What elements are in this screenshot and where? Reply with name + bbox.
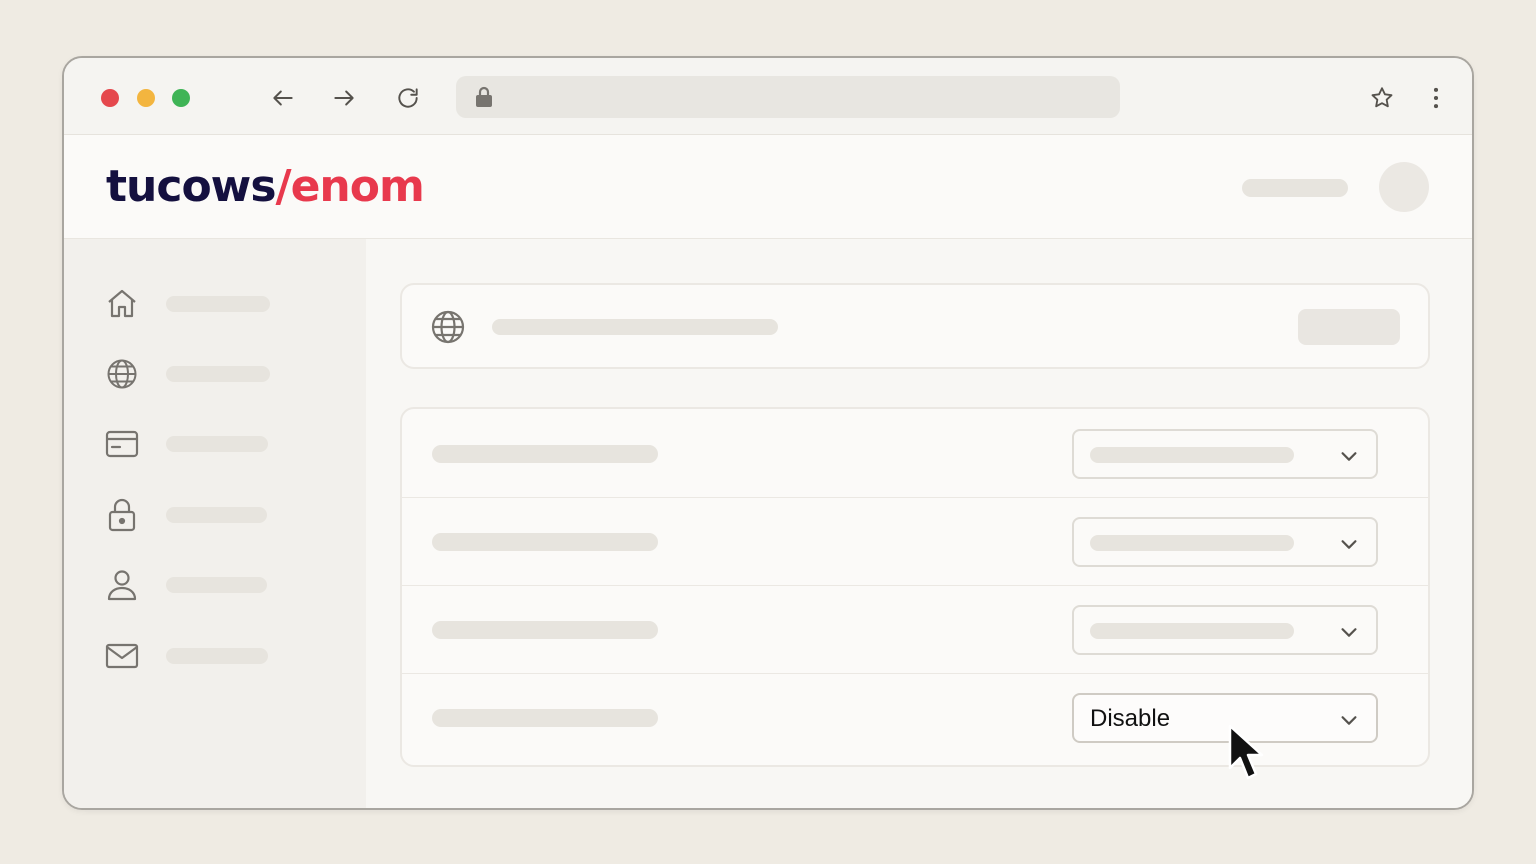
account-name-placeholder[interactable] bbox=[1242, 179, 1348, 197]
forward-button[interactable] bbox=[328, 82, 360, 114]
browser-menu-button[interactable] bbox=[1420, 82, 1452, 114]
sidebar bbox=[64, 239, 366, 808]
back-button[interactable] bbox=[267, 82, 299, 114]
sidebar-item-label bbox=[166, 436, 268, 452]
sidebar-item-home[interactable] bbox=[104, 283, 344, 323]
forward-arrow-icon bbox=[334, 90, 354, 106]
chevron-down-icon bbox=[1341, 452, 1357, 461]
chevron-down-icon bbox=[1341, 540, 1357, 549]
logo-text-tucows: tucows bbox=[106, 161, 277, 212]
setting-dropdown[interactable] bbox=[1072, 517, 1378, 567]
logo-text-enom: /enom bbox=[275, 161, 425, 212]
sidebar-item-label bbox=[166, 296, 270, 312]
dropdown-value bbox=[1090, 535, 1294, 551]
mail-icon bbox=[104, 639, 140, 673]
sidebar-item-security[interactable] bbox=[104, 494, 344, 534]
sidebar-item-label bbox=[166, 366, 270, 382]
main-content: Disable bbox=[366, 239, 1472, 808]
close-window-button[interactable] bbox=[101, 89, 119, 107]
browser-window: tucows/enom Disable bbox=[62, 56, 1474, 810]
globe-icon bbox=[431, 310, 465, 344]
dropdown-value bbox=[1090, 623, 1294, 639]
tucows-enom-logo[interactable]: tucows/enom bbox=[106, 161, 425, 213]
star-icon bbox=[1371, 87, 1393, 108]
setting-label bbox=[432, 621, 658, 639]
mouse-cursor-icon bbox=[1228, 724, 1264, 780]
sidebar-item-account[interactable] bbox=[104, 564, 344, 604]
sidebar-item-billing[interactable] bbox=[104, 423, 344, 463]
chevron-down-icon bbox=[1341, 716, 1357, 725]
url-input[interactable] bbox=[506, 76, 1110, 120]
site-header: tucows/enom bbox=[64, 135, 1472, 239]
settings-card: Disable bbox=[400, 407, 1430, 767]
sidebar-item-domains[interactable] bbox=[104, 353, 344, 393]
settings-row bbox=[402, 585, 1428, 674]
address-bar[interactable] bbox=[456, 76, 1120, 120]
setting-dropdown[interactable] bbox=[1072, 605, 1378, 655]
maximize-window-button[interactable] bbox=[172, 89, 190, 107]
dropdown-value bbox=[1090, 447, 1294, 463]
sidebar-item-label bbox=[166, 648, 268, 664]
settings-row bbox=[402, 409, 1428, 498]
sidebar-item-label bbox=[166, 577, 267, 593]
domain-name bbox=[492, 319, 778, 335]
lock-icon bbox=[476, 86, 492, 107]
domain-action-button[interactable] bbox=[1298, 309, 1400, 345]
setting-label bbox=[432, 709, 658, 727]
reload-icon bbox=[398, 88, 418, 108]
setting-label bbox=[432, 445, 658, 463]
setting-dropdown-disable[interactable]: Disable bbox=[1072, 693, 1378, 743]
browser-toolbar bbox=[64, 58, 1472, 135]
setting-dropdown[interactable] bbox=[1072, 429, 1378, 479]
user-icon bbox=[104, 568, 140, 602]
sidebar-item-messages[interactable] bbox=[104, 635, 344, 675]
home-icon bbox=[104, 287, 140, 321]
back-arrow-icon bbox=[273, 90, 293, 106]
domain-summary-card bbox=[400, 283, 1430, 369]
more-vertical-icon bbox=[1433, 87, 1439, 109]
dropdown-value: Disable bbox=[1090, 705, 1171, 732]
settings-row bbox=[402, 497, 1428, 586]
credit-card-icon bbox=[104, 427, 140, 461]
setting-label bbox=[432, 533, 658, 551]
globe-icon bbox=[104, 357, 140, 391]
settings-row: Disable bbox=[402, 673, 1428, 761]
avatar[interactable] bbox=[1379, 162, 1429, 212]
chevron-down-icon bbox=[1341, 628, 1357, 637]
minimize-window-button[interactable] bbox=[137, 89, 155, 107]
lock-icon bbox=[104, 498, 140, 532]
bookmark-button[interactable] bbox=[1366, 82, 1398, 114]
reload-button[interactable] bbox=[392, 82, 424, 114]
sidebar-item-label bbox=[166, 507, 267, 523]
